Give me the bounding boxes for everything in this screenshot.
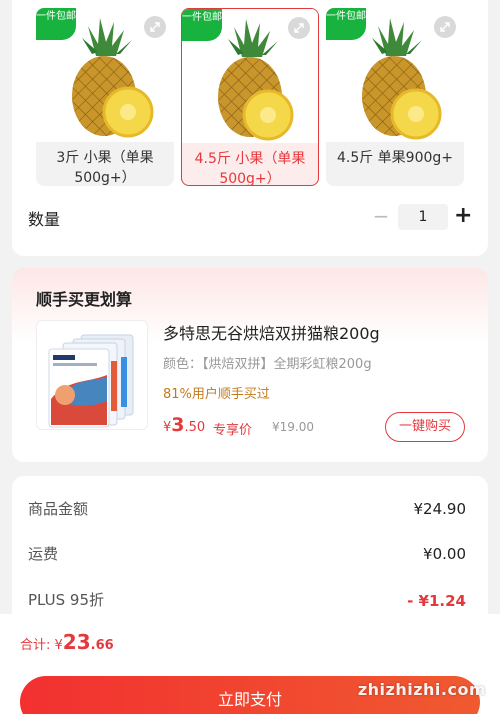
summary-label: PLUS 95折 — [28, 591, 105, 609]
addon-social-proof: 81%用户顺手买过 — [163, 387, 270, 402]
summary-value: - ¥1.24 — [407, 592, 466, 610]
spec-option-4-5jin-single[interactable]: 一件包邮 4.5斤 单果900g+ — [326, 8, 464, 186]
zoom-icon[interactable] — [288, 17, 310, 39]
quantity-input[interactable]: 1 — [398, 204, 448, 230]
summary-value: ¥24.90 — [413, 500, 467, 518]
addon-original-price: ¥19.00 — [272, 420, 314, 434]
addon-exclusive-price-label: 专享价 — [213, 423, 253, 438]
spec-option-label: 3斤 小果（单果500g+） — [56, 150, 154, 186]
total-integer: 23 — [62, 630, 91, 654]
spec-option-3jin[interactable]: 一件包邮 3斤 小果（单果500g+） — [36, 8, 174, 186]
spec-option-label: 4.5斤 小果（单果500g+） — [194, 151, 306, 186]
spec-selection-card: 一件包邮 3斤 小果（单果500g+） 一件包邮 4.5斤 小果（单果500g+… — [12, 0, 488, 256]
watermark-text: zhizhizhi.com — [357, 680, 487, 699]
one-click-buy-button[interactable]: 一键购买 — [385, 412, 465, 442]
addon-product-image[interactable] — [36, 320, 148, 430]
zoom-icon[interactable] — [144, 16, 166, 38]
free-shipping-tag: 一件包邮 — [326, 8, 366, 40]
total-label: 合计: — [20, 638, 55, 653]
spec-option-4-5jin-small[interactable]: 一件包邮 4.5斤 小果（单果500g+） — [181, 8, 319, 186]
addon-product-name[interactable]: 多特思无谷烘焙双拼猫粮200g — [163, 320, 380, 344]
quantity-plus-button[interactable]: + — [454, 205, 472, 227]
spec-option-label: 4.5斤 单果900g+ — [336, 150, 454, 166]
quantity-label: 数量 — [28, 210, 61, 229]
total-decimal: .66 — [90, 638, 114, 653]
addon-price-integer: 3 — [171, 414, 185, 436]
summary-label: 商品金额 — [28, 500, 89, 518]
quantity-minus-button[interactable]: − — [372, 206, 390, 226]
site-watermark: zhizhizhi.com — [352, 630, 492, 706]
total-currency: ¥ — [54, 638, 63, 653]
free-shipping-tag: 一件包邮 — [182, 9, 222, 41]
summary-value: ¥0.00 — [423, 545, 466, 563]
addon-section-title: 顺手买更划算 — [36, 290, 133, 309]
zoom-icon[interactable] — [434, 16, 456, 38]
addon-price: ¥3.50 — [163, 414, 205, 436]
order-total: 合计: ¥23.66 — [20, 630, 114, 654]
summary-label: 运费 — [28, 545, 59, 563]
addon-recommend-card: 顺手买更划算 多特思无谷烘焙双拼猫粮200g 颜色：【烘焙双拼】全期彩虹粮200… — [12, 268, 488, 462]
addon-price-decimal: .50 — [184, 420, 206, 435]
free-shipping-tag: 一件包邮 — [36, 8, 76, 40]
addon-product-spec: 颜色：【烘焙双拼】全期彩虹粮200g — [163, 357, 372, 372]
watermark-logo — [352, 634, 484, 674]
